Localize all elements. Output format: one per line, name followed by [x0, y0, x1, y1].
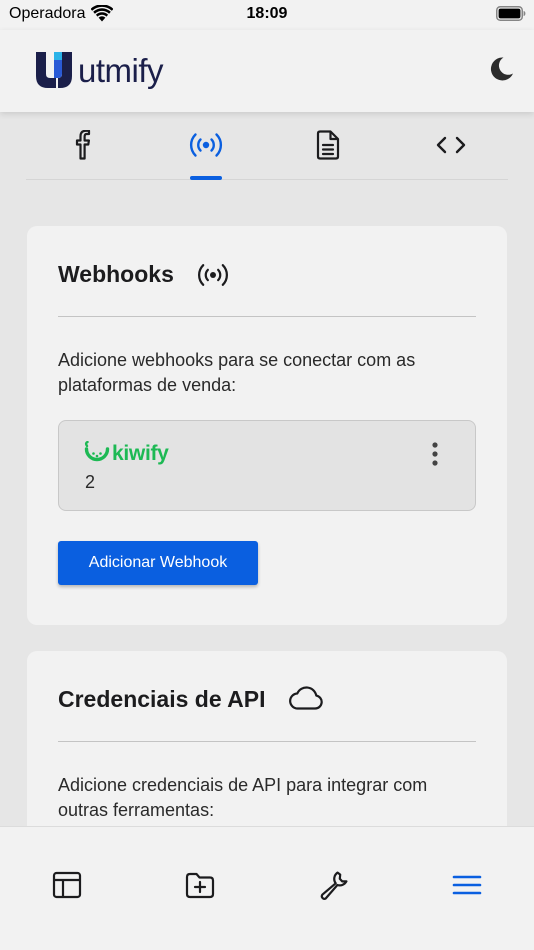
kiwify-logo: kiwify [84, 441, 169, 467]
more-vertical-icon[interactable] [429, 442, 441, 466]
add-webhook-button[interactable]: Adicionar Webhook [58, 541, 258, 585]
integration-tabs [26, 112, 508, 180]
kiwify-name: kiwify [112, 442, 169, 465]
broadcast-icon [198, 264, 228, 286]
webhooks-divider [58, 316, 476, 317]
tab-facebook[interactable] [63, 130, 103, 170]
document-icon [316, 130, 340, 160]
api-divider [58, 741, 476, 742]
api-description: Adicione credenciais de API para integra… [58, 775, 428, 820]
tab-webhooks[interactable] [186, 130, 226, 170]
webhook-item-kiwify[interactable]: kiwify 2 [58, 420, 476, 511]
tab-documents[interactable] [308, 130, 348, 170]
layout-icon[interactable] [51, 869, 83, 901]
app-header: utmify [0, 30, 534, 112]
utmify-logo-mark [36, 52, 72, 88]
folder-plus-icon[interactable] [184, 869, 216, 901]
webhooks-card: Webhooks Adicione webhooks para se conec… [27, 226, 507, 625]
webhook-count: 2 [85, 472, 96, 492]
api-credentials-title: Credenciais de API [58, 686, 266, 712]
code-icon [436, 136, 466, 154]
api-credentials-card: Credenciais de API Adicione credenciais … [27, 651, 507, 851]
moon-icon[interactable] [486, 54, 516, 84]
tab-code[interactable] [431, 130, 471, 170]
battery-icon [496, 6, 526, 21]
webhooks-title: Webhooks [58, 261, 174, 287]
clock: 18:09 [246, 5, 288, 22]
bottom-navigation [0, 826, 534, 950]
facebook-icon [75, 130, 91, 160]
kiwify-mark [84, 441, 110, 462]
brand-name: utmify [78, 51, 164, 89]
broadcast-icon [189, 133, 223, 157]
status-bar: Operadora 18:09 [0, 0, 534, 30]
menu-icon[interactable] [451, 869, 483, 901]
utmify-logo[interactable]: utmify [36, 51, 164, 89]
active-tab-indicator [190, 176, 222, 180]
wrench-icon[interactable] [318, 869, 350, 901]
cloud-icon [289, 686, 323, 710]
webhooks-description: Adicione webhooks para se conectar com a… [58, 350, 416, 395]
